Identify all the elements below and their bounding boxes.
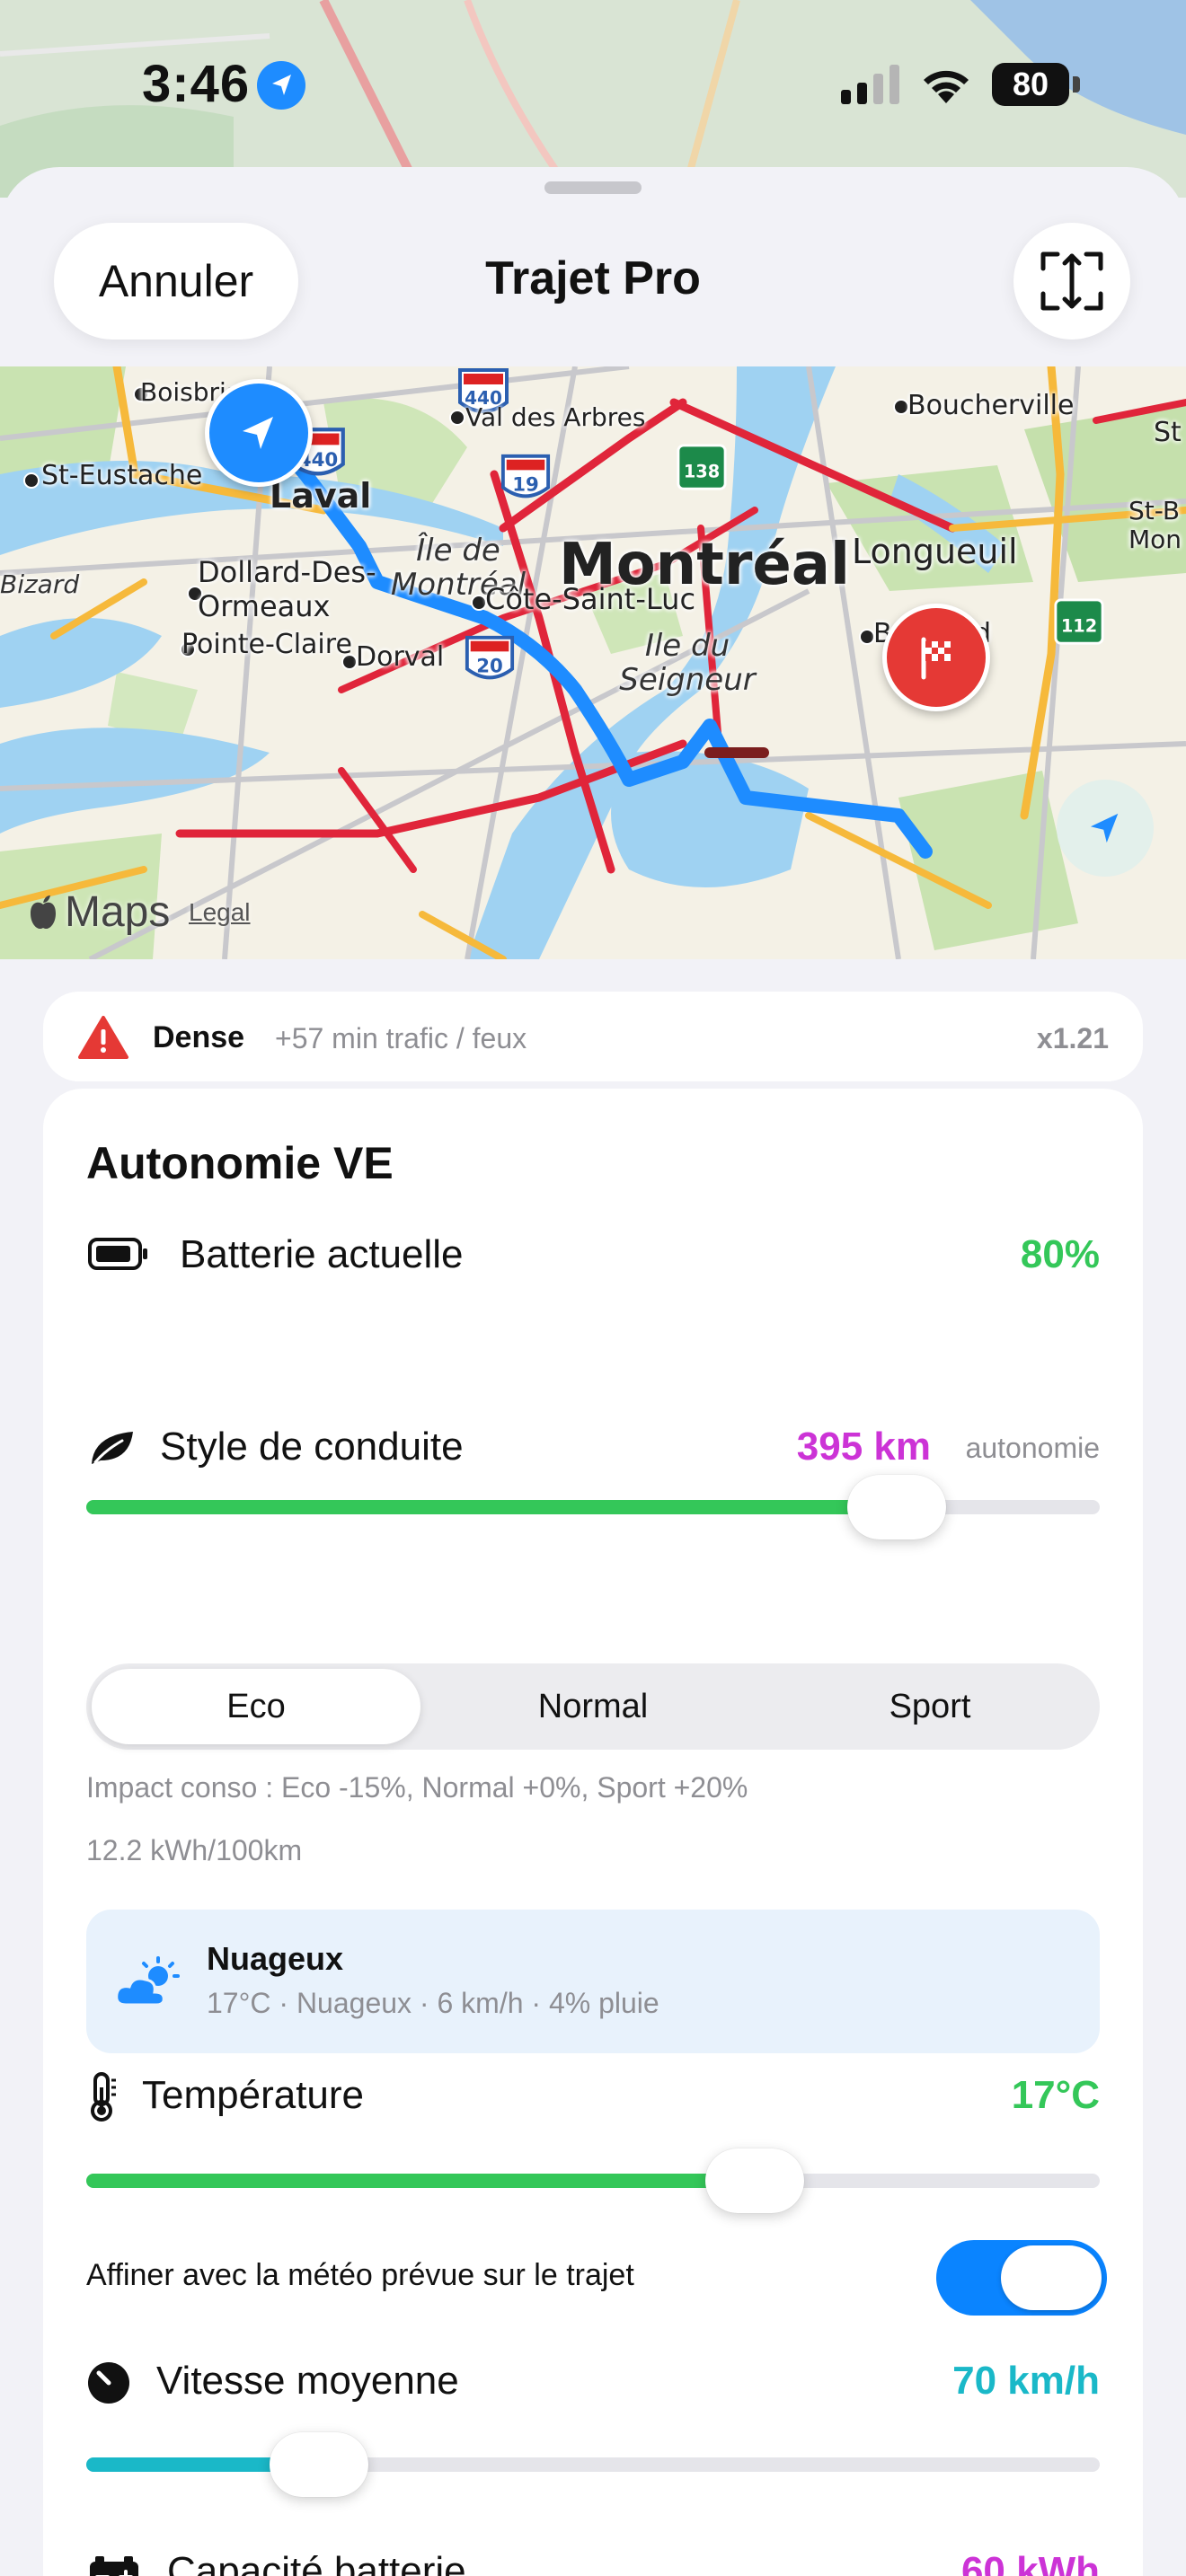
driving-style-control[interactable]: Eco Normal Sport	[86, 1663, 1100, 1750]
weather-detail: 17°C · Nuageux · 6 km/h · 4% pluie	[207, 1987, 659, 2019]
speed-label: Vitesse moyenne	[156, 2359, 459, 2403]
partly-cloudy-icon	[115, 1956, 180, 2007]
route-sheet: Annuler Trajet Pro 440 440 19 138 20 112…	[0, 167, 1186, 2576]
ev-range-card: Autonomie VE Batterie actuelle 80% Style…	[43, 1089, 1143, 2576]
status-time: 3:46	[142, 55, 251, 113]
recenter-location-button[interactable]	[1057, 780, 1154, 877]
map-label-st-b: St-B	[1128, 496, 1181, 525]
destination-marker[interactable]	[882, 604, 990, 711]
map-place-dot	[23, 472, 40, 489]
temperature-value: 17°C	[1011, 2073, 1100, 2117]
origin-marker[interactable]	[205, 379, 313, 487]
leaf-icon	[88, 1428, 137, 1468]
apple-logo-icon	[31, 895, 56, 929]
battery-slider[interactable]	[86, 1475, 1100, 1539]
driving-style-label: Style de conduite	[160, 1425, 464, 1469]
temperature-slider[interactable]	[86, 2148, 1100, 2213]
sheet-title: Trajet Pro	[485, 252, 701, 304]
map-label-dollard-des-ormeaux: Dollard-Des-Ormeaux	[198, 555, 376, 623]
map-label-boucherville: Boucherville	[907, 390, 1075, 421]
consumption-impact-note: Impact conso : Eco -15%, Normal +0%, Spo…	[86, 1771, 748, 1804]
svg-text:19: 19	[512, 474, 539, 497]
card-title: Autonomie VE	[86, 1138, 394, 1188]
status-indicators: 80	[841, 63, 1080, 106]
map-label-laval: Laval	[270, 476, 372, 516]
status-bar: 3:46 80	[0, 0, 1186, 171]
expand-icon	[1040, 251, 1103, 311]
svg-text:138: 138	[684, 462, 720, 482]
legal-link[interactable]: Legal	[189, 898, 251, 927]
highway-19-shield: 19	[500, 454, 551, 498]
forecast-toggle-label: Affiner avec la météo prévue sur le traj…	[86, 2258, 634, 2292]
capacity-label: Capacité batterie	[167, 2549, 466, 2576]
location-arrow-icon	[257, 61, 305, 110]
location-arrow-icon	[1090, 813, 1119, 843]
car-battery-icon	[88, 2554, 140, 2576]
map-label-longueuil: Longueuil	[852, 532, 1018, 571]
traffic-banner: Dense +57 min trafic / feux x1.21	[43, 992, 1143, 1081]
expand-map-button[interactable]	[1013, 223, 1130, 340]
battery-slider-fill	[86, 1500, 898, 1514]
battery-value: 80%	[1020, 1232, 1100, 1276]
map-label-ile-du-seigneur: Ile du Seigneur	[619, 628, 756, 698]
map-label-bizard: Bizard	[0, 569, 80, 599]
sheet-grabber[interactable]	[544, 181, 642, 194]
maps-logo-text: Maps	[65, 888, 171, 936]
battery-cap	[1073, 76, 1080, 93]
map-label-pointe-claire: Pointe-Claire	[181, 629, 352, 660]
map-label-mon: Mon	[1128, 525, 1182, 554]
capacity-value: 60 kWh	[960, 2549, 1100, 2576]
speed-slider-thumb[interactable]	[270, 2432, 369, 2497]
segment-normal[interactable]: Normal	[429, 1669, 757, 1744]
highway-20-shield: 20	[465, 635, 515, 680]
weather-title: Nuageux	[207, 1940, 344, 1977]
speed-value: 70 km/h	[952, 2359, 1100, 2403]
apple-maps-logo: Maps	[27, 887, 170, 937]
weather-card: Nuageux 17°C · Nuageux · 6 km/h · 4% plu…	[86, 1910, 1100, 2053]
map-label-st: St	[1154, 417, 1182, 448]
cellular-signal-icon	[841, 65, 899, 104]
navigation-arrow-icon	[243, 417, 273, 449]
wifi-icon	[924, 70, 969, 103]
temperature-slider-fill	[86, 2174, 756, 2188]
warning-triangle-icon	[78, 1016, 128, 1059]
traffic-delay: +57 min trafic / feux	[275, 1022, 527, 1054]
map-label-val-des-arbres: Val des Arbres	[465, 402, 646, 432]
speed-slider[interactable]	[86, 2432, 1100, 2497]
forecast-toggle-knob	[1001, 2245, 1102, 2310]
map-label-st-eustache: St-Eustache	[41, 460, 203, 491]
consumption-value: 12.2 kWh/100km	[86, 1834, 303, 1866]
traffic-factor: x1.21	[1036, 1022, 1109, 1054]
battery-icon	[88, 1238, 149, 1270]
temperature-label: Température	[142, 2073, 365, 2117]
traffic-level: Dense	[153, 1020, 245, 1054]
battery-slider-thumb[interactable]	[847, 1475, 947, 1539]
segment-sport[interactable]: Sport	[766, 1669, 1094, 1744]
range-unit: autonomie	[965, 1432, 1100, 1464]
battery-label: Batterie actuelle	[180, 1232, 464, 1276]
svg-text:20: 20	[476, 656, 503, 678]
svg-text:112: 112	[1061, 616, 1097, 637]
thermometer-icon	[86, 2071, 119, 2122]
map-label-dorval: Dorval	[356, 641, 445, 673]
cancel-button[interactable]: Annuler	[54, 223, 298, 340]
battery-indicator: 80	[992, 63, 1069, 106]
map-label-cote-saint-luc: Côte-Saint-Luc	[485, 582, 696, 616]
segment-eco[interactable]: Eco	[92, 1669, 420, 1744]
map-place-dot	[449, 410, 465, 426]
route-map[interactable]: 440 440 19 138 20 112 Boisbriand Val des…	[0, 366, 1186, 959]
route-138-shield: 138	[677, 444, 727, 490]
forecast-toggle[interactable]	[936, 2240, 1107, 2316]
speedometer-icon	[86, 2360, 131, 2405]
range-value: 395 km	[796, 1425, 931, 1469]
checkered-flag-icon	[921, 637, 951, 680]
temperature-slider-thumb[interactable]	[705, 2148, 805, 2213]
route-112-shield: 112	[1054, 598, 1104, 645]
